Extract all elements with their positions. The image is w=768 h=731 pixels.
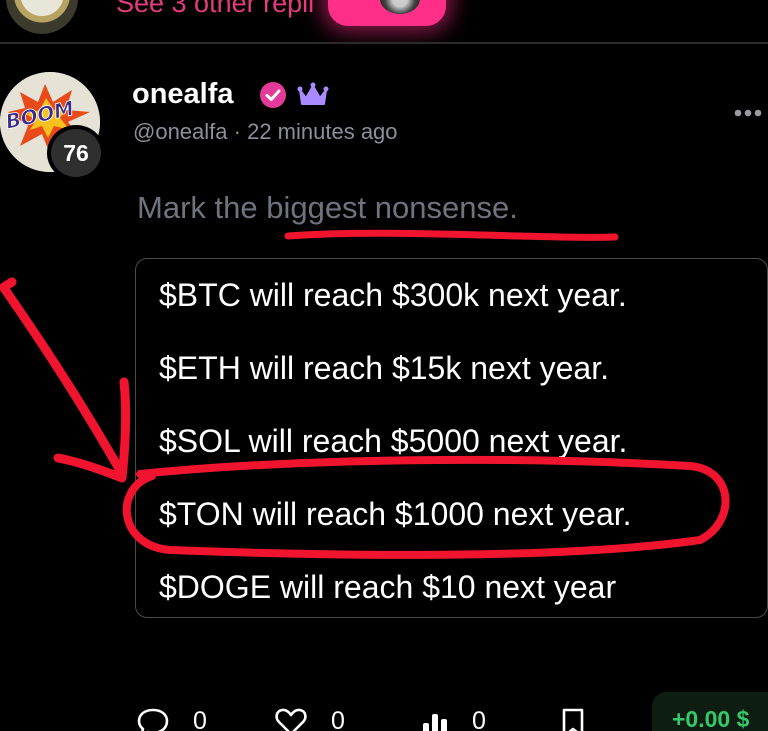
bookmark-icon: [562, 708, 584, 731]
heart-icon: [275, 708, 307, 731]
poll-option-ton[interactable]: $TON will reach $1000 next year.: [159, 496, 632, 533]
poll-option-doge[interactable]: $DOGE will reach $10 next year: [159, 569, 616, 606]
reply-thumbnail-button[interactable]: [328, 0, 446, 26]
reply-thumbnail: [380, 0, 420, 14]
comment-icon: [137, 708, 169, 731]
stats-icon: [423, 714, 447, 731]
like-button[interactable]: 0: [274, 703, 354, 731]
underline-annotation: [284, 229, 619, 241]
arrow-annotation-shaft: [0, 283, 127, 479]
comment-count: 0: [193, 707, 207, 731]
poll-question: Mark the biggest nonsense.: [137, 190, 518, 225]
separator: ·: [233, 119, 241, 144]
divider: [0, 42, 768, 44]
previous-avatar[interactable]: [6, 0, 78, 34]
poll-option-sol[interactable]: $SOL will reach $5000 next year.: [159, 423, 627, 460]
views-count: 0: [472, 707, 486, 731]
poll-option-btc[interactable]: $BTC will reach $300k next year.: [159, 277, 627, 314]
bookmark-button[interactable]: [560, 703, 590, 731]
poll-option-eth[interactable]: $ETH will reach $15k next year.: [159, 350, 609, 387]
time-ago: 22 minutes ago: [247, 119, 398, 144]
comment-button[interactable]: 0: [136, 703, 216, 731]
crown-icon: [297, 82, 329, 105]
previous-post-strip: See 3 other repli: [0, 0, 768, 43]
username[interactable]: onealfa: [132, 78, 234, 111]
like-count: 0: [331, 707, 345, 731]
handle-and-time: @onealfa · 22 minutes ago: [133, 119, 398, 145]
handle[interactable]: @onealfa: [133, 119, 228, 144]
level-badge: 76: [47, 125, 105, 181]
verified-icon: [260, 82, 286, 108]
poll-options: $BTC will reach $300k next year. $ETH wi…: [135, 258, 768, 618]
tip-amount: +0.00 $: [672, 706, 750, 731]
more-icon[interactable]: [731, 107, 765, 119]
views-button[interactable]: 0: [420, 703, 500, 731]
see-other-replies-link[interactable]: See 3 other repli: [116, 0, 314, 19]
arrow-annotation-head: [0, 277, 131, 483]
